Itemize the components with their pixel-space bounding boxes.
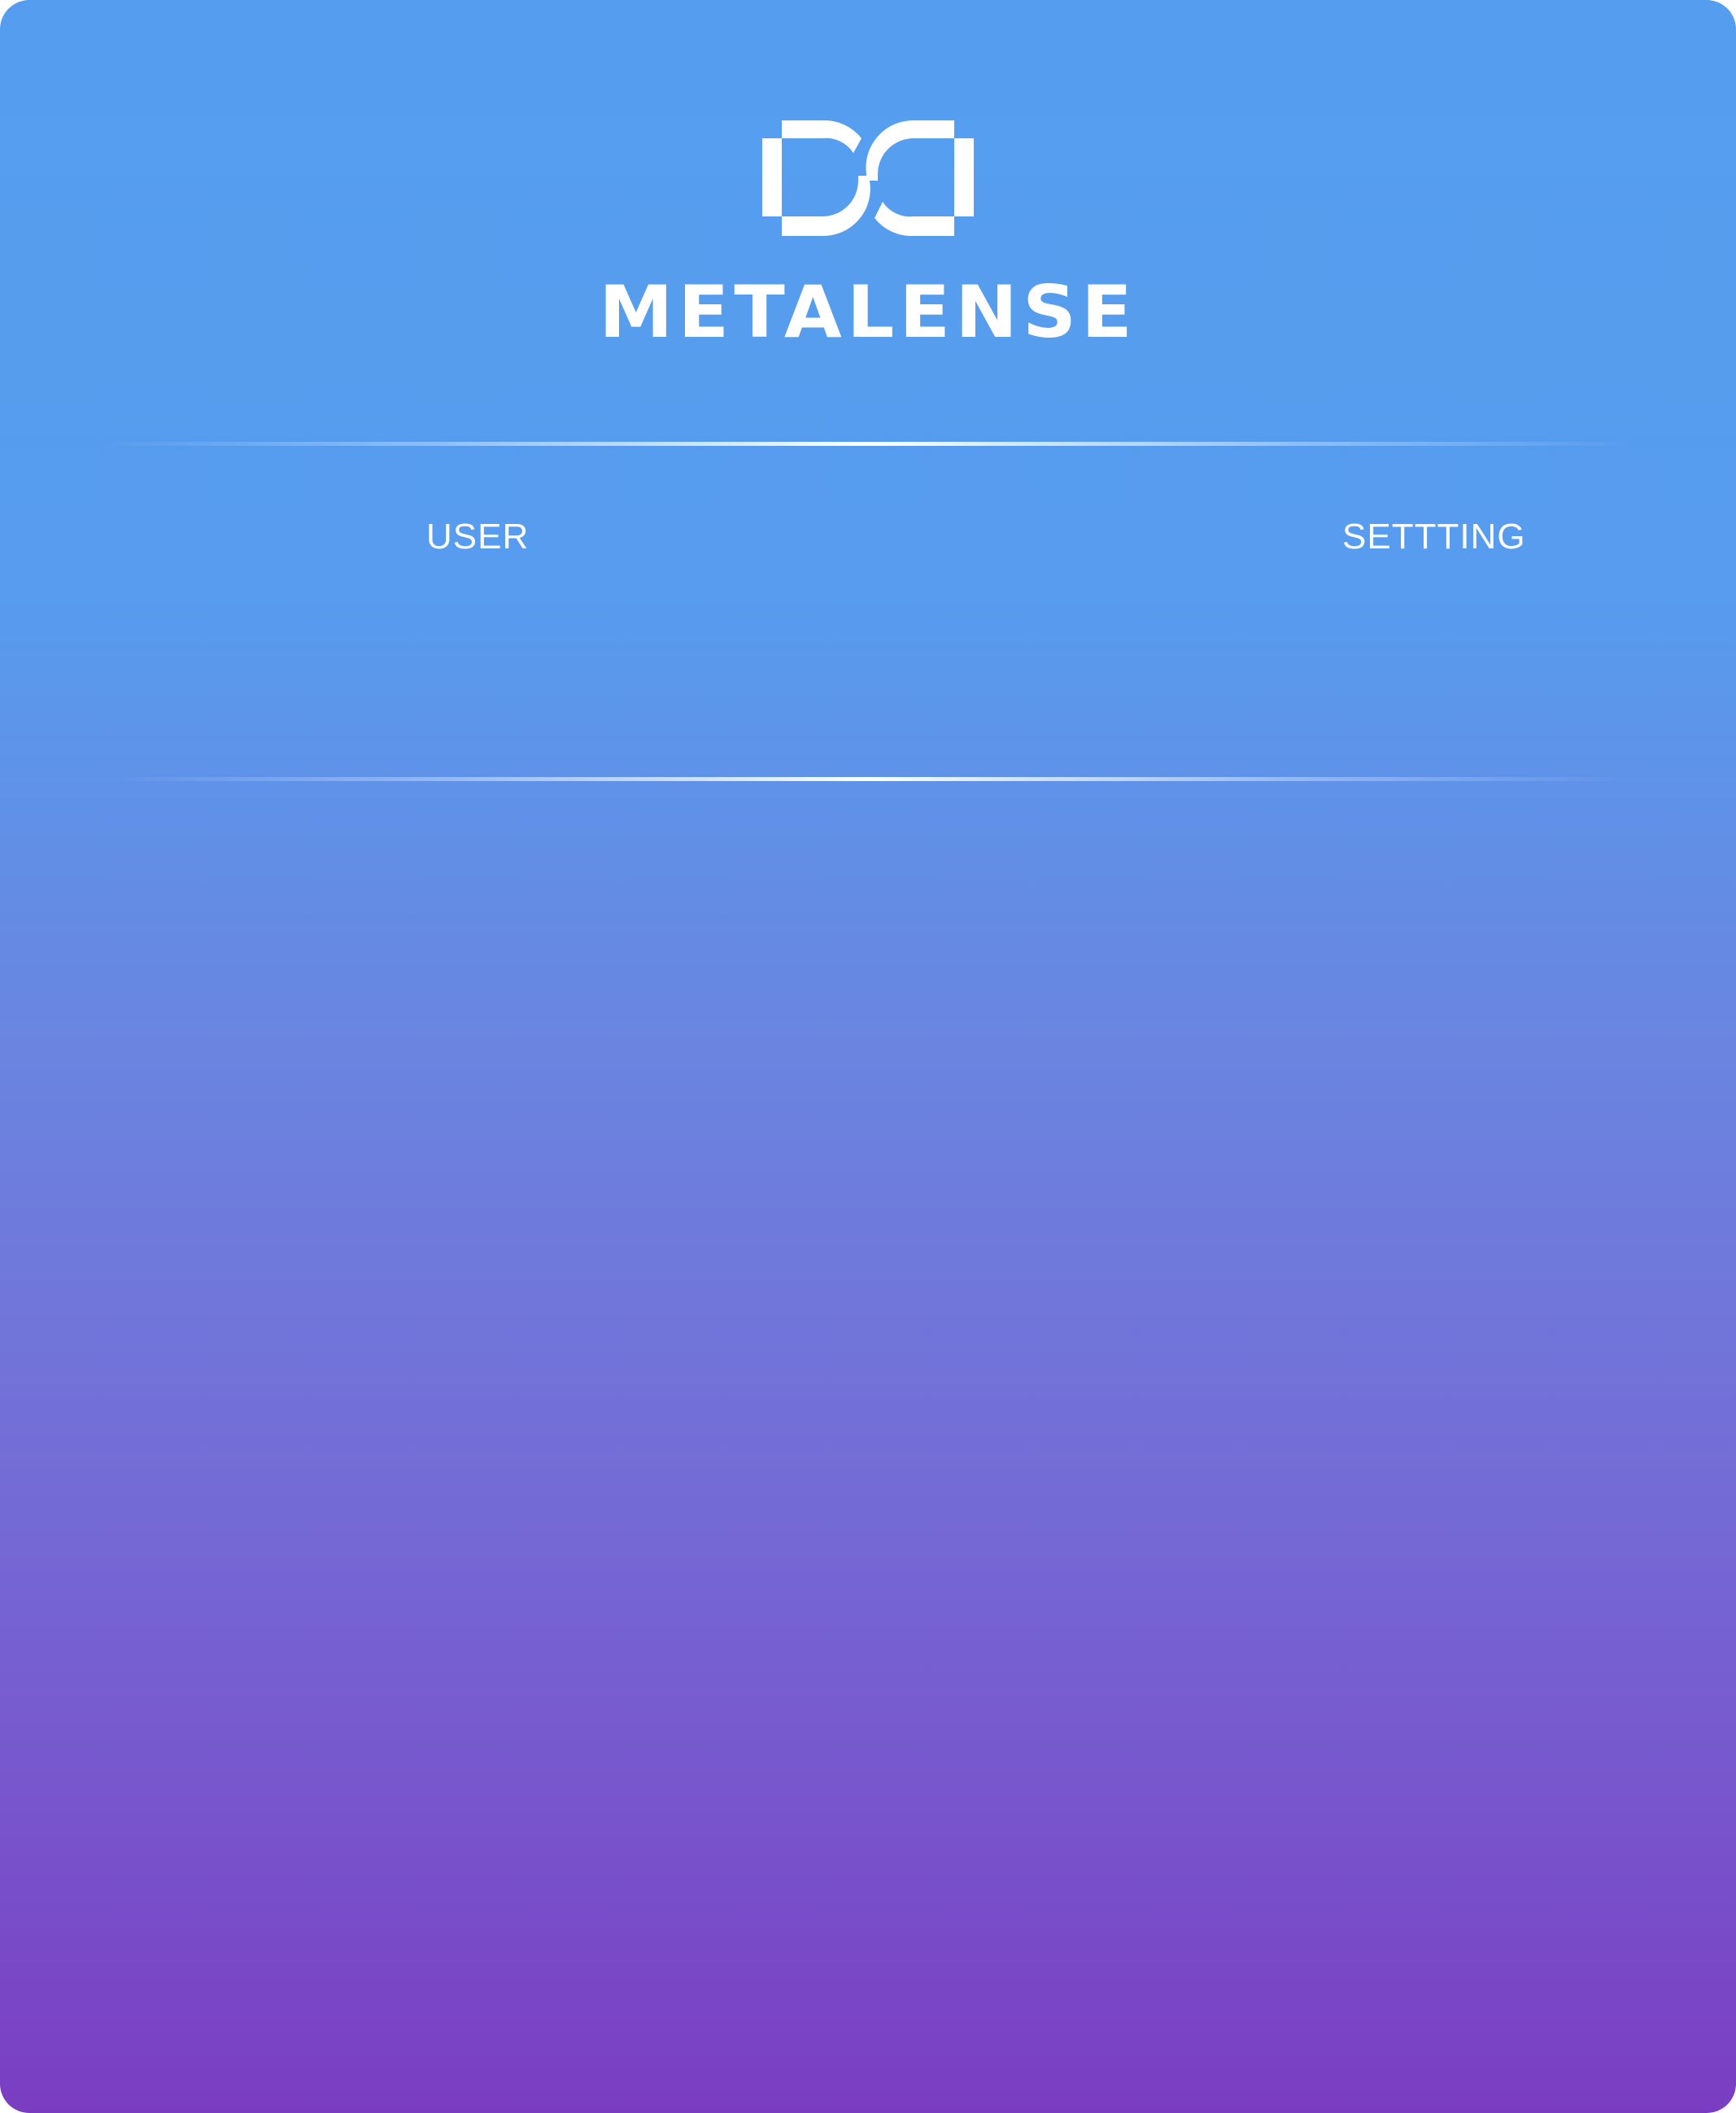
app-window: METALENSE USER SETTTING <box>0 0 1736 2113</box>
divider-bottom <box>106 777 1630 781</box>
nav-user[interactable]: USER <box>426 514 529 560</box>
metalense-logo-icon <box>762 120 974 236</box>
nav-setting[interactable]: SETTTING <box>1342 514 1526 560</box>
brand-name: METALENSE <box>599 270 1137 354</box>
brand-wordmark: METALENSE <box>0 270 1736 354</box>
divider-top <box>106 442 1630 446</box>
